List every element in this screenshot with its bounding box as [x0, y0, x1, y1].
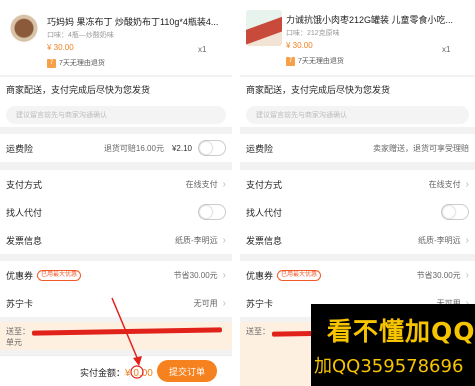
arrow-line	[111, 297, 139, 361]
invoice-row[interactable]: 发票信息 纸质-李明远 ›	[240, 226, 475, 254]
arrow-circle	[130, 365, 144, 379]
order-panel-left: 巧妈妈 果冻布丁 炒酸奶布丁110g*4瓶装4... 口味：4瓶—炒酸奶味 ¥ …	[0, 0, 232, 386]
section-divider	[240, 162, 475, 169]
freight-insurance-row[interactable]: 运费险 卖家赠送，退货可享受理赔	[240, 134, 475, 162]
coupon-badge: 已用最大优惠	[277, 269, 322, 281]
return-icon: 7	[286, 56, 295, 66]
payment-method-row[interactable]: 支付方式 在线支付 ›	[240, 170, 475, 198]
annotation-arrow	[111, 297, 144, 379]
payment-value: 在线支付	[428, 179, 461, 189]
chevron-right-icon: ›	[465, 234, 469, 246]
product-card[interactable]: 力诚抗饿小肉枣212G罐装 儿童零食小吃... 口味：212克原味 ¥ 30.0…	[240, 0, 475, 75]
coupon-value: 节省30.00元	[416, 270, 461, 280]
product-title[interactable]: 力诚抗饿小肉枣212G罐装 儿童零食小吃...	[286, 13, 469, 26]
invoice-value: 纸质-李明远	[417, 235, 461, 245]
address-line-1: 送至：	[246, 327, 270, 336]
payment-label: 支付方式	[246, 179, 283, 190]
watermark-line-2: 加QQ359578696	[314, 356, 464, 377]
return-policy-tag: 7 7天无理由退货	[286, 56, 344, 66]
freight-value: 卖家赠送，退货可享受理赔	[373, 143, 469, 153]
chevron-right-icon: ›	[465, 178, 469, 190]
panel-gap	[232, 0, 240, 386]
coupon-row[interactable]: 优惠券 已用最大优惠 节省30.00元 ›	[240, 261, 475, 289]
product-quantity: x1	[442, 45, 451, 54]
shipping-text: 商家配送，支付完成后尽快为您发货	[246, 85, 391, 95]
proxy-label: 找人代付	[246, 207, 283, 218]
product-thumbnail[interactable]	[246, 10, 282, 46]
shipping-section: 商家配送，支付完成后尽快为您发货 建议留言前先与商家沟通确认	[240, 77, 475, 127]
product-price: ¥ 30.00	[286, 41, 313, 50]
proxy-pay-row[interactable]: 找人代付	[240, 198, 475, 226]
arrow-head	[133, 356, 142, 366]
product-spec: 口味：212克原味	[286, 30, 340, 37]
watermark-line-1: 看不懂加QQ	[327, 317, 475, 346]
card-label: 苏宁卡	[246, 298, 274, 309]
freight-label: 运费险	[246, 143, 274, 154]
chevron-right-icon: ›	[465, 269, 469, 281]
proxy-toggle[interactable]	[441, 204, 469, 220]
coupon-label: 优惠券	[246, 270, 274, 281]
section-divider	[240, 254, 475, 261]
qq-watermark-overlay: 看不懂加QQ 加QQ359578696	[311, 304, 475, 386]
return-policy-label: 7天无理由退货	[298, 58, 344, 65]
memo-input[interactable]: 建议留言前先与商家沟通确认	[246, 106, 469, 124]
invoice-label: 发票信息	[246, 235, 283, 246]
